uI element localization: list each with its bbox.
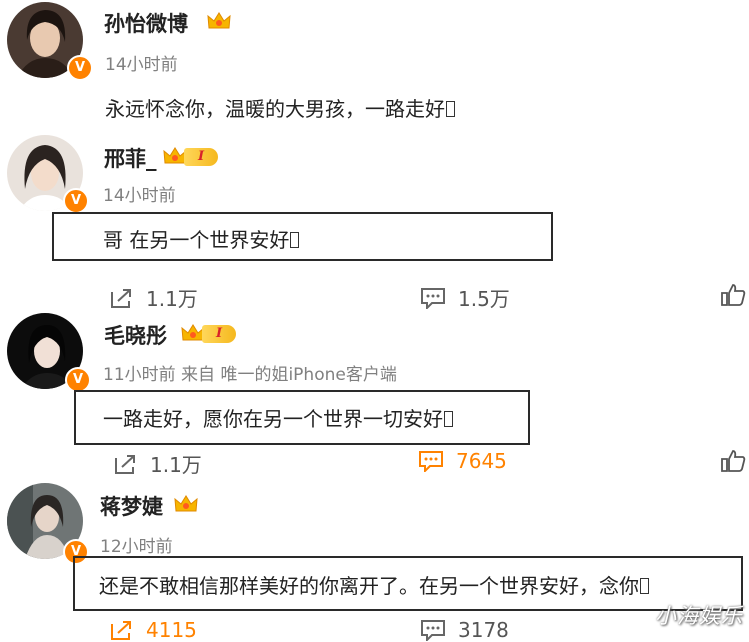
username[interactable]: 孙怡微博 <box>104 8 188 38</box>
forward-button[interactable]: 4115 <box>108 618 197 642</box>
forward-count: 1.1万 <box>150 453 202 477</box>
comment-text-body: 一路走好，愿你在另一个世界一切安好 <box>103 407 443 431</box>
comment-icon <box>421 620 445 641</box>
share-icon <box>115 454 135 474</box>
comment-text: 还是不敢相信那样美好的你离开了。在另一个世界安好，念你 <box>99 570 649 599</box>
missing-glyph-icon <box>640 578 649 594</box>
comment-text: 永远怀念你，温暖的大男孩，一路走好 <box>105 93 455 122</box>
reply-count: 3178 <box>458 618 509 642</box>
reply-count: 7645 <box>456 449 507 473</box>
verified-icon: V <box>63 188 89 214</box>
missing-glyph-icon <box>446 101 455 117</box>
comment-icon <box>419 451 443 472</box>
forward-count: 4115 <box>146 618 197 642</box>
username[interactable]: 邢菲_ <box>104 143 157 173</box>
comment-feed: V 孙怡微博 14小时前 永远怀念你，温暖的大男孩，一路走好 V 邢菲_ I 1… <box>0 0 749 642</box>
share-icon <box>111 288 131 308</box>
reply-button[interactable]: 7645 <box>418 449 507 473</box>
crown-icon <box>174 495 198 512</box>
verified-icon: V <box>67 55 93 81</box>
comment-text-body: 哥 在另一个世界安好 <box>103 228 290 252</box>
reply-count: 1.5万 <box>458 287 510 311</box>
timestamp: 12小时前 <box>100 537 173 557</box>
forward-count: 1.1万 <box>146 287 198 311</box>
missing-glyph-icon <box>444 411 453 427</box>
timestamp: 14小时前 <box>105 55 178 75</box>
comment-icon <box>421 287 445 309</box>
watermark: 小海娱乐 <box>655 604 743 628</box>
comment-text-body: 永远怀念你，温暖的大男孩，一路走好 <box>105 97 445 121</box>
comment-text-body: 还是不敢相信那样美好的你离开了。在另一个世界安好，念你 <box>99 574 639 598</box>
timestamp: 11小时前 来自 唯一的姐iPhone客户端 <box>103 365 397 385</box>
username[interactable]: 蒋梦婕 <box>100 491 163 521</box>
username[interactable]: 毛晓彤 <box>104 320 167 350</box>
forward-button[interactable]: 1.1万 <box>108 283 198 312</box>
comment-text: 一路走好，愿你在另一个世界一切安好 <box>103 403 453 432</box>
like-icon[interactable] <box>720 283 746 307</box>
level-badge: I <box>184 148 218 166</box>
reply-button[interactable]: 3178 <box>420 618 509 642</box>
share-icon <box>111 621 131 640</box>
missing-glyph-icon <box>290 232 300 248</box>
forward-button[interactable]: 1.1万 <box>112 449 202 478</box>
comment-text: 哥 在另一个世界安好 <box>103 224 300 253</box>
level-badge: I <box>202 325 236 343</box>
reply-button[interactable]: 1.5万 <box>420 283 510 312</box>
like-icon[interactable] <box>720 449 746 473</box>
crown-icon <box>207 12 231 29</box>
timestamp: 14小时前 <box>103 186 176 206</box>
